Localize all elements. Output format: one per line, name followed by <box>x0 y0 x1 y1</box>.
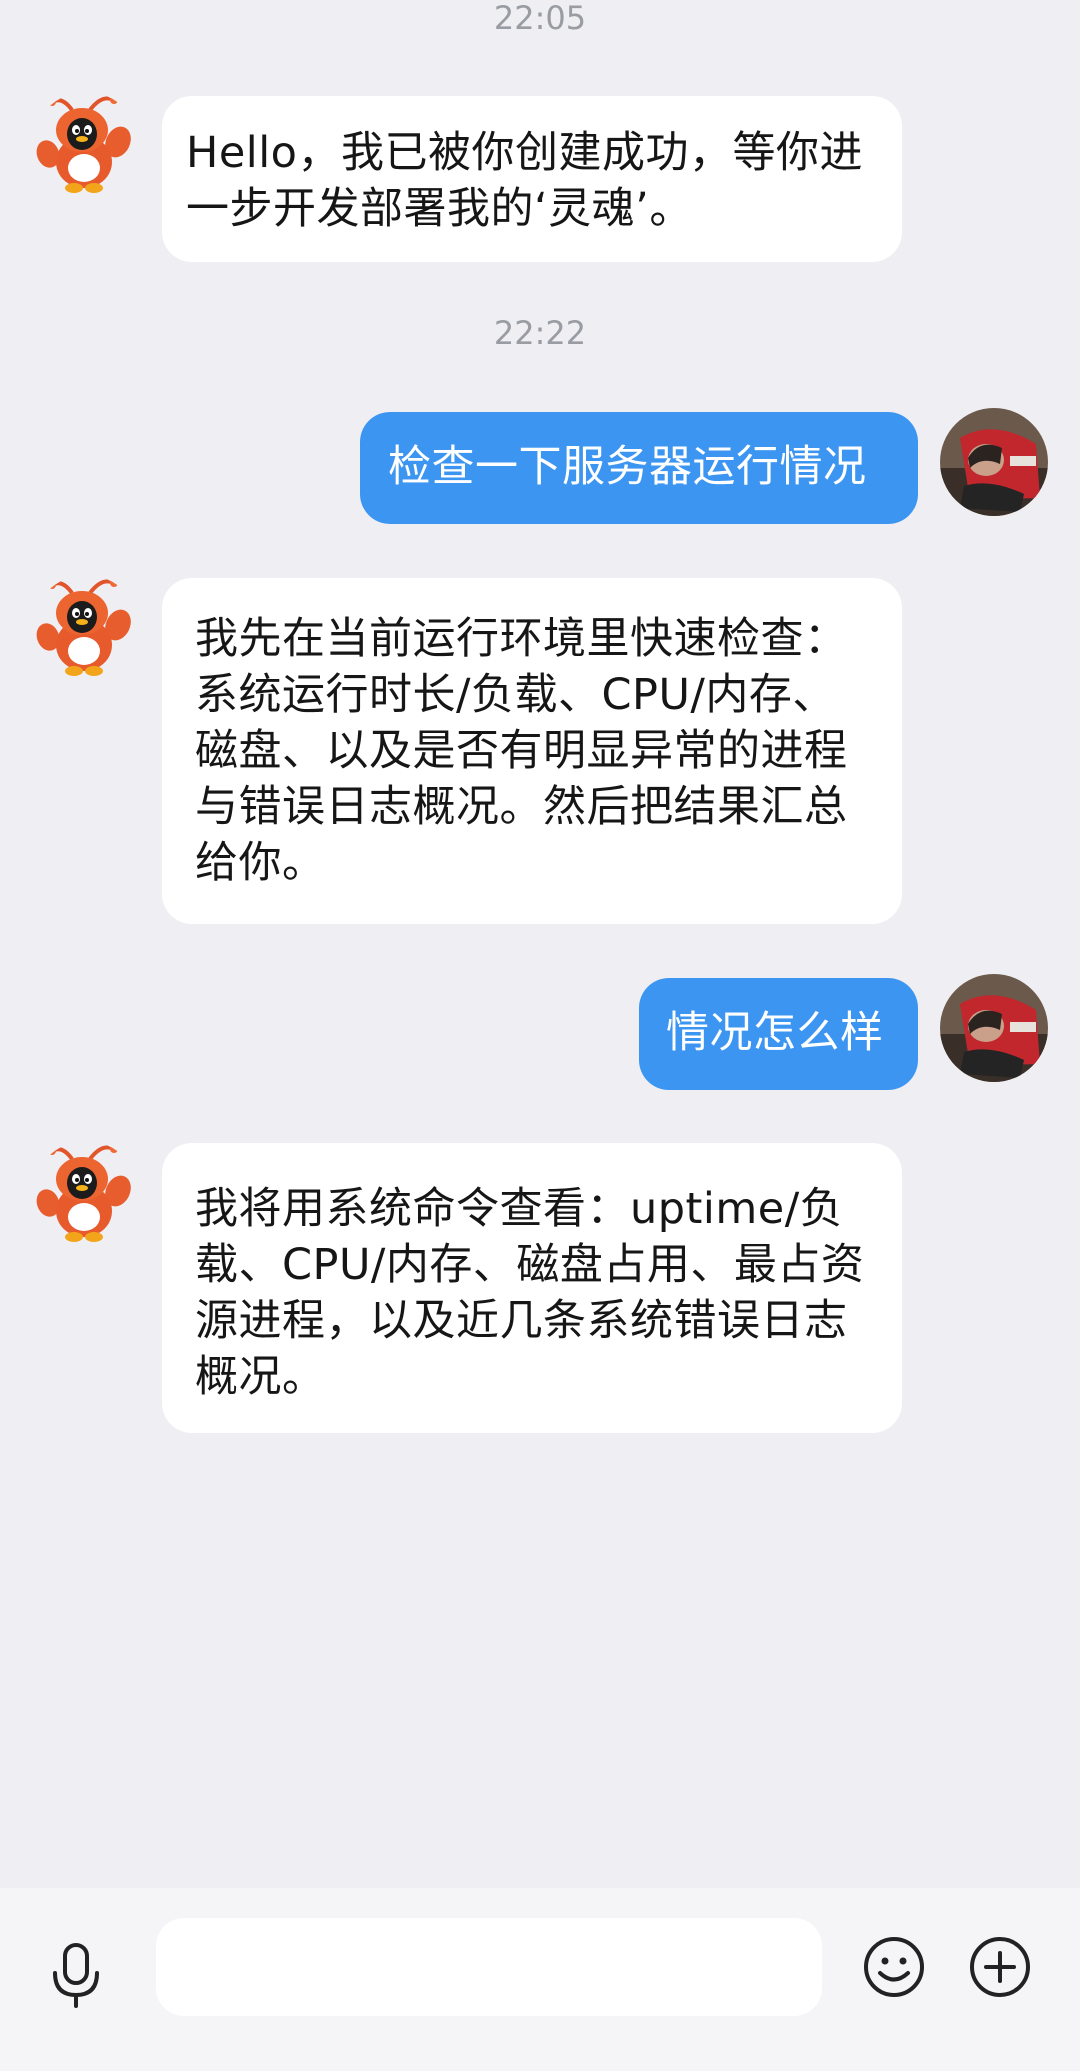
bot-avatar[interactable] <box>32 1141 140 1249</box>
user-message-bubble[interactable]: 情况怎么样 <box>639 978 918 1090</box>
message-text-input[interactable] <box>156 1918 822 2016</box>
lobster-penguin-avatar-icon <box>32 92 140 200</box>
bot-avatar[interactable] <box>32 575 140 683</box>
message-text: 检查一下服务器运行情况 <box>388 442 867 492</box>
message-text: Hello，我已被你创建成功，等你进一步开发部署我的‘灵魂’。 <box>186 128 863 234</box>
bot-avatar[interactable] <box>32 92 140 200</box>
more-options-button[interactable] <box>962 1922 1038 2012</box>
user-avatar[interactable] <box>940 974 1048 1082</box>
user-message-bubble[interactable]: 检查一下服务器运行情况 <box>360 412 918 524</box>
lobster-penguin-avatar-icon <box>32 575 140 683</box>
chat-area[interactable]: 22:05 Hello，我已被你创建成功，等你进一步开发部署我的‘灵魂’。 22… <box>0 0 1080 1888</box>
user-photo-avatar-icon <box>940 408 1048 516</box>
plus-icon <box>970 1937 1030 1997</box>
bot-message-bubble[interactable]: 我将用系统命令查看：uptime/负载、CPU/内存、磁盘占用、最占资源进程，以… <box>162 1143 902 1433</box>
message-text: 我先在当前运行环境里快速检查：系统运行时长/负载、CPU/内存、磁盘、以及是否有… <box>195 614 848 888</box>
timestamp: 22:22 <box>493 314 587 352</box>
timestamp: 22:05 <box>493 0 587 37</box>
emoji-button[interactable] <box>856 1922 932 2012</box>
bot-message-bubble[interactable]: 我先在当前运行环境里快速检查：系统运行时长/负载、CPU/内存、磁盘、以及是否有… <box>162 578 902 924</box>
lobster-penguin-avatar-icon <box>32 1141 140 1249</box>
user-avatar[interactable] <box>940 408 1048 516</box>
user-photo-avatar-icon <box>940 974 1048 1082</box>
bot-message-bubble[interactable]: Hello，我已被你创建成功，等你进一步开发部署我的‘灵魂’。 <box>162 96 902 262</box>
message-text: 我将用系统命令查看：uptime/负载、CPU/内存、磁盘占用、最占资源进程，以… <box>195 1184 865 1402</box>
microphone-icon <box>53 1943 99 2008</box>
voice-input-button[interactable] <box>40 1932 112 2020</box>
message-input-bar <box>0 1888 1080 2071</box>
emoji-icon <box>864 1937 924 1997</box>
message-text: 情况怎么样 <box>666 1008 884 1058</box>
